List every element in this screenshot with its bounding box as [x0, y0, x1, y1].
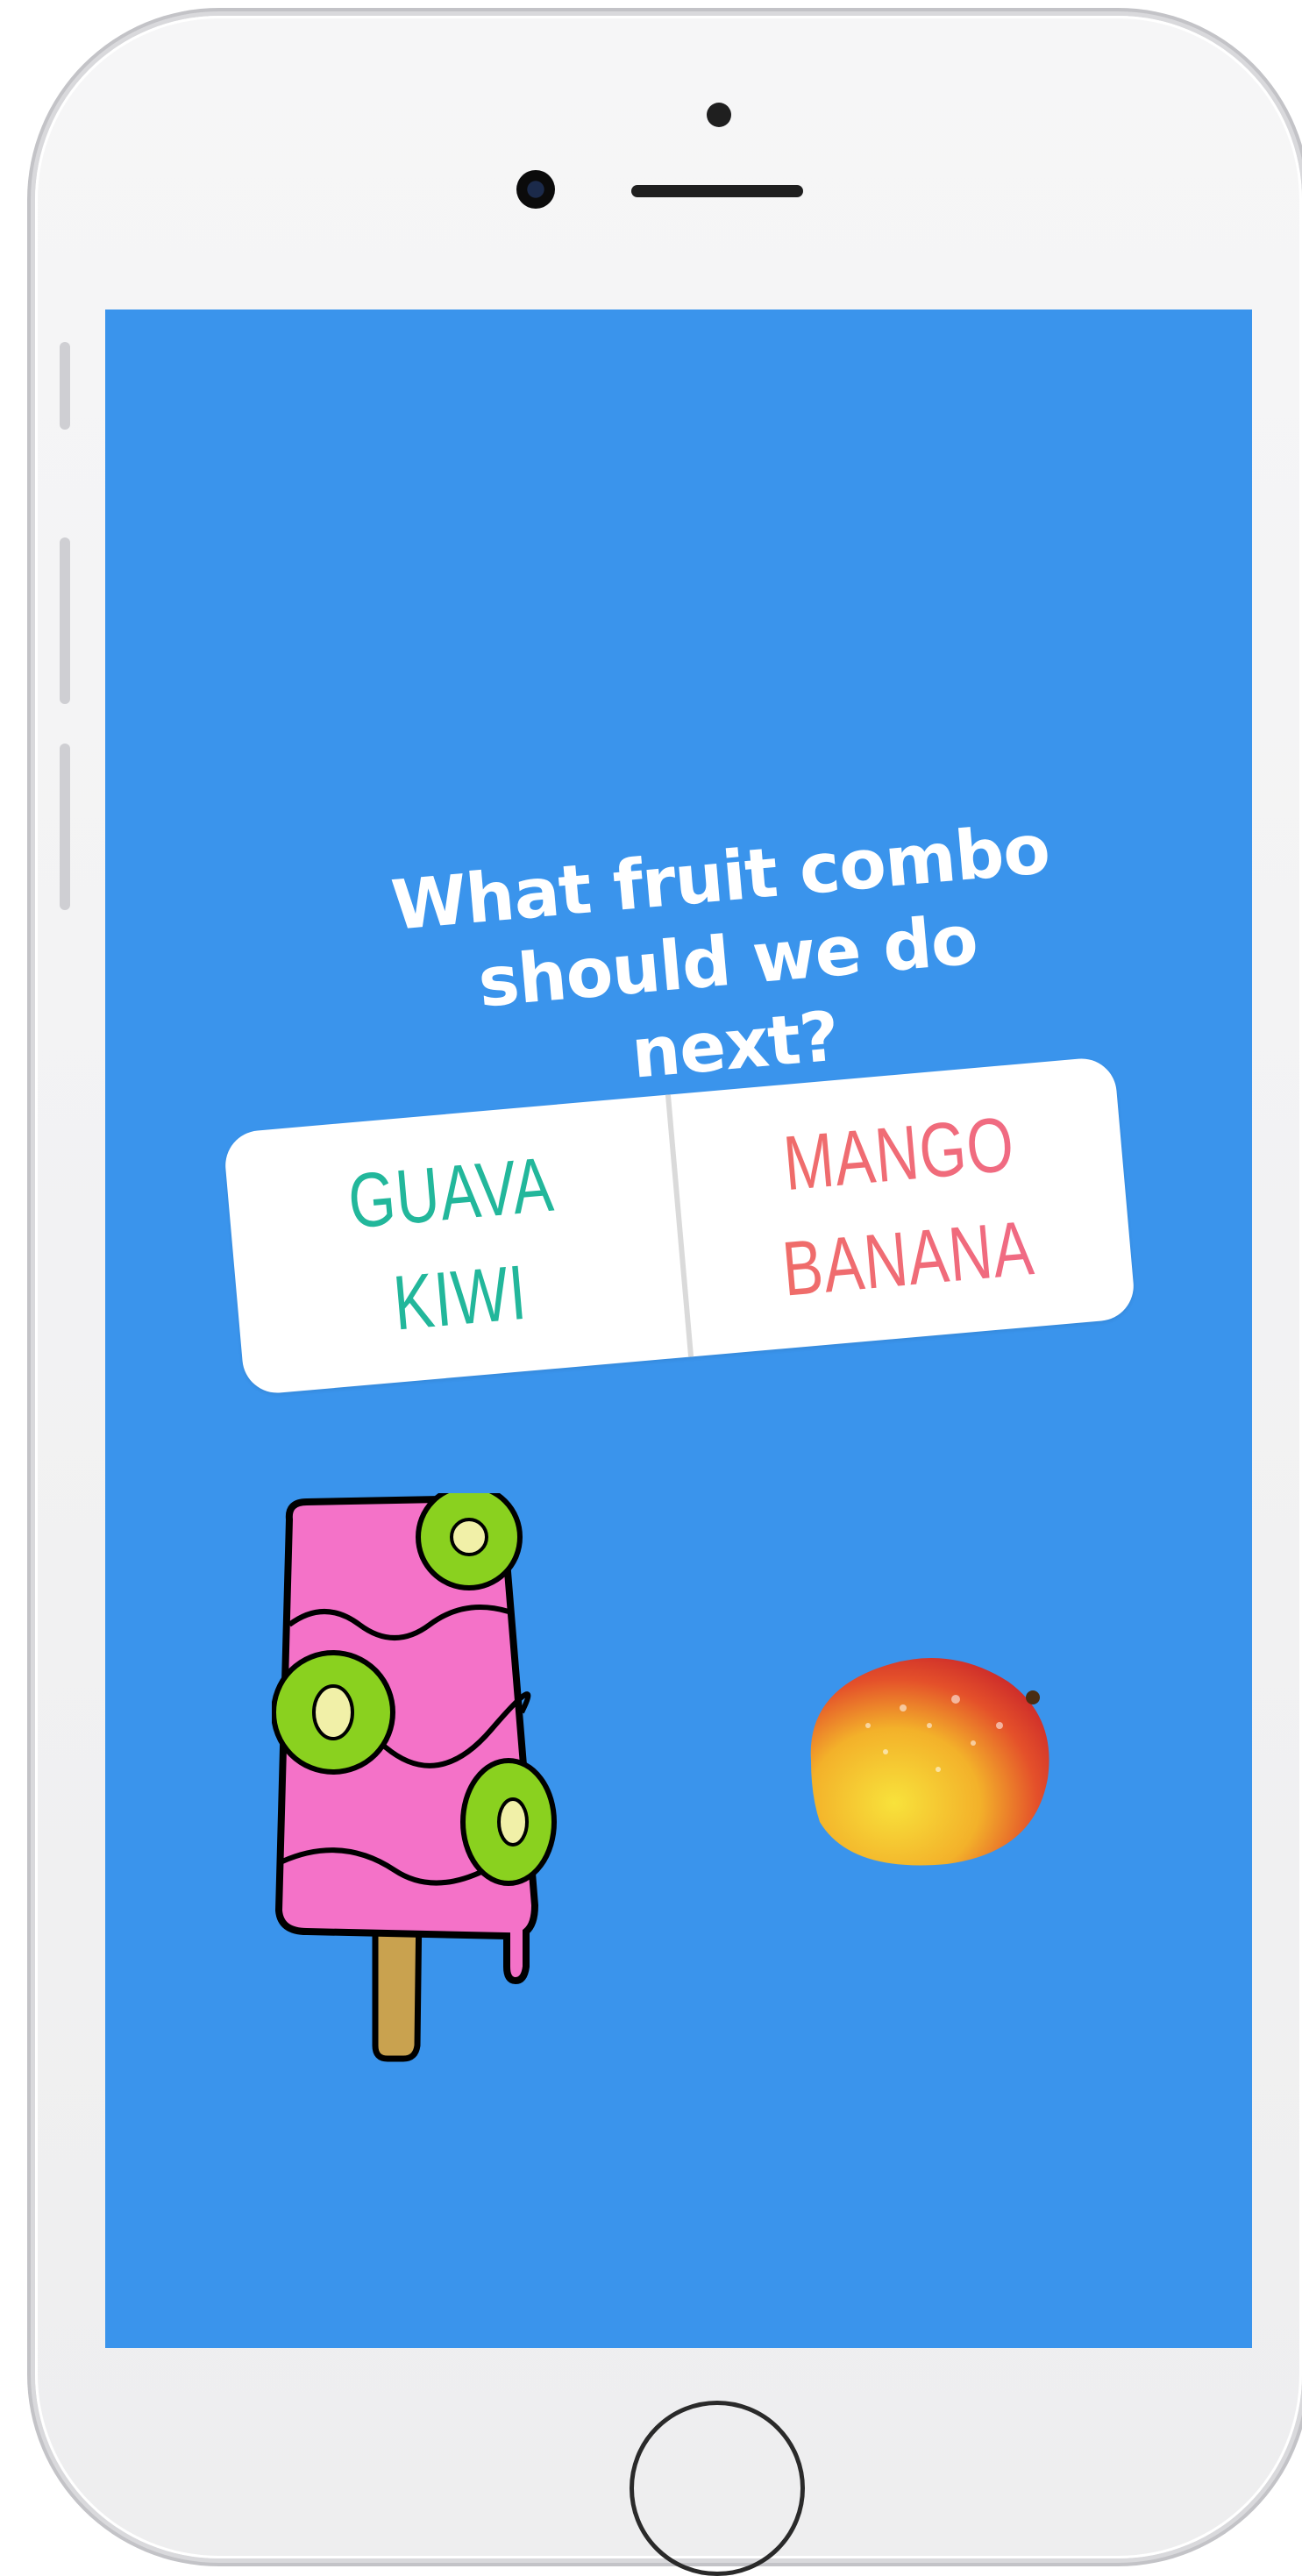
- poll-option-right-line2: BANANA: [779, 1204, 1037, 1313]
- front-camera-icon: [516, 170, 555, 209]
- earpiece-speaker: [631, 185, 803, 197]
- poll-option-right-line1: MANGO: [779, 1099, 1018, 1207]
- poll-sticker: GUAVA KIWI MANGO BANANA: [222, 1056, 1137, 1396]
- poll-divider: [665, 1094, 694, 1357]
- proximity-sensor: [707, 103, 731, 127]
- poll-option-mango-banana[interactable]: MANGO BANANA: [719, 1060, 1087, 1352]
- poll-option-guava-kiwi[interactable]: GUAVA KIWI: [271, 1099, 639, 1391]
- poll-option-left-line2: KIWI: [389, 1248, 530, 1347]
- poll-option-left-line1: GUAVA: [345, 1140, 558, 1245]
- kiwi-popsicle-sticker[interactable]: [272, 1493, 570, 2072]
- story-screen: What fruit combo should we do next? GUAV…: [105, 310, 1252, 2348]
- mango-sticker[interactable]: [798, 1647, 1061, 1875]
- volume-up-button: [60, 537, 70, 704]
- home-button[interactable]: [630, 2401, 805, 2576]
- mute-switch: [60, 342, 70, 430]
- volume-down-button: [60, 744, 70, 910]
